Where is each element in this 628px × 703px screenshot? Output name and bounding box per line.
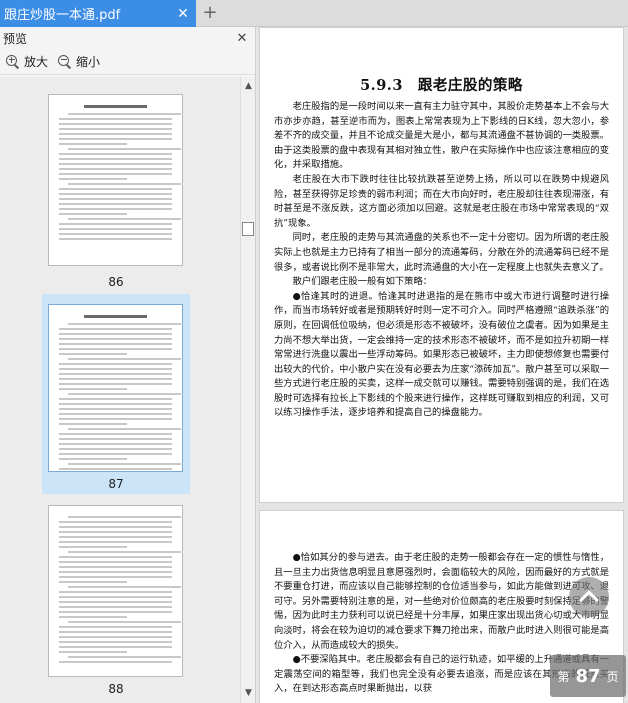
scroll-down-arrow-icon[interactable]: ▼ bbox=[241, 686, 256, 701]
thumbnail-page-88[interactable]: 88 bbox=[42, 502, 190, 702]
zoom-in-icon bbox=[6, 54, 20, 69]
scroll-up-arrow-icon[interactable]: ▲ bbox=[241, 79, 256, 94]
tab-document[interactable]: 跟庄炒股一本通.pdf ✕ bbox=[0, 0, 196, 27]
current-page-number: 87 bbox=[575, 665, 601, 687]
document-page-87: 5.9.3 跟老庄股的策略 老庄股指的是一段时间以来一直有主力驻守其中，其股价走… bbox=[259, 27, 624, 503]
paragraph: ●恰如其分的参与进去。由于老庄股的走势一般都会存在一定的惯性与惰性，且一旦主力出… bbox=[274, 552, 609, 651]
thumbnail-page-87[interactable]: 87 bbox=[42, 294, 190, 494]
sidebar-title: 预览 bbox=[3, 31, 28, 46]
close-icon[interactable]: ✕ bbox=[235, 31, 249, 46]
page-indicator: 第 87 页 bbox=[550, 655, 626, 697]
paragraph: 散户们跟老庄股一般有如下策略： bbox=[292, 276, 433, 288]
paragraph: 同时，老庄股的走势与其流通盘的关系也不一定十分密切。因为所谓的老庄股实际上也就是… bbox=[274, 232, 609, 273]
close-icon[interactable]: ✕ bbox=[174, 5, 192, 23]
zoom-toolbar: 放大 缩小 bbox=[0, 49, 255, 75]
preview-sidebar: 预览 ✕ 放大 缩小 86 87 88 ▲ ▼ bbox=[0, 27, 256, 703]
zoom-in-button[interactable]: 放大 bbox=[6, 53, 48, 70]
scroll-to-top-button[interactable] bbox=[569, 577, 609, 617]
tab-bar: 跟庄炒股一本通.pdf ✕ + bbox=[0, 0, 628, 27]
page-prefix: 第 bbox=[557, 669, 570, 684]
paragraph: 老庄股指的是一段时间以来一直有主力驻守其中，其股价走势基本上不会与大市亦步亦趋，… bbox=[274, 101, 609, 171]
thumbnail-list: 86 87 88 bbox=[0, 77, 240, 703]
zoom-in-label: 放大 bbox=[24, 55, 49, 69]
thumbnail-image bbox=[48, 505, 183, 677]
thumbnail-image bbox=[48, 304, 183, 472]
chevron-up-icon bbox=[579, 590, 599, 610]
zoom-out-icon bbox=[58, 54, 72, 69]
sidebar-scrollbar[interactable]: ▲ ▼ bbox=[240, 77, 255, 703]
zoom-out-button[interactable]: 缩小 bbox=[58, 53, 100, 70]
zoom-out-label: 缩小 bbox=[76, 55, 101, 69]
page-suffix: 页 bbox=[606, 669, 619, 684]
thumbnail-label: 88 bbox=[108, 682, 124, 696]
section-title: 5.9.3 跟老庄股的策略 bbox=[360, 77, 523, 94]
thumbnail-label: 86 bbox=[108, 275, 124, 289]
thumbnail-label: 87 bbox=[108, 477, 124, 491]
thumbnail-page-86[interactable]: 86 bbox=[42, 82, 190, 292]
sidebar-header: 预览 ✕ bbox=[0, 27, 255, 49]
paragraph: 老庄股在大市下跌时往往比较抗跌甚至逆势上扬，所以可以在跌势中规避风险，甚至获得弥… bbox=[274, 173, 609, 229]
paragraph: ●恰逢其时的进退。恰逢其时进退指的是在熊市中或大市进行调整时进行操作，而当市场转… bbox=[274, 290, 609, 419]
scrollbar-thumb[interactable] bbox=[242, 222, 254, 236]
plus-icon[interactable]: + bbox=[200, 3, 220, 23]
tab-title: 跟庄炒股一本通.pdf bbox=[4, 8, 121, 23]
thumbnail-image bbox=[48, 94, 183, 266]
